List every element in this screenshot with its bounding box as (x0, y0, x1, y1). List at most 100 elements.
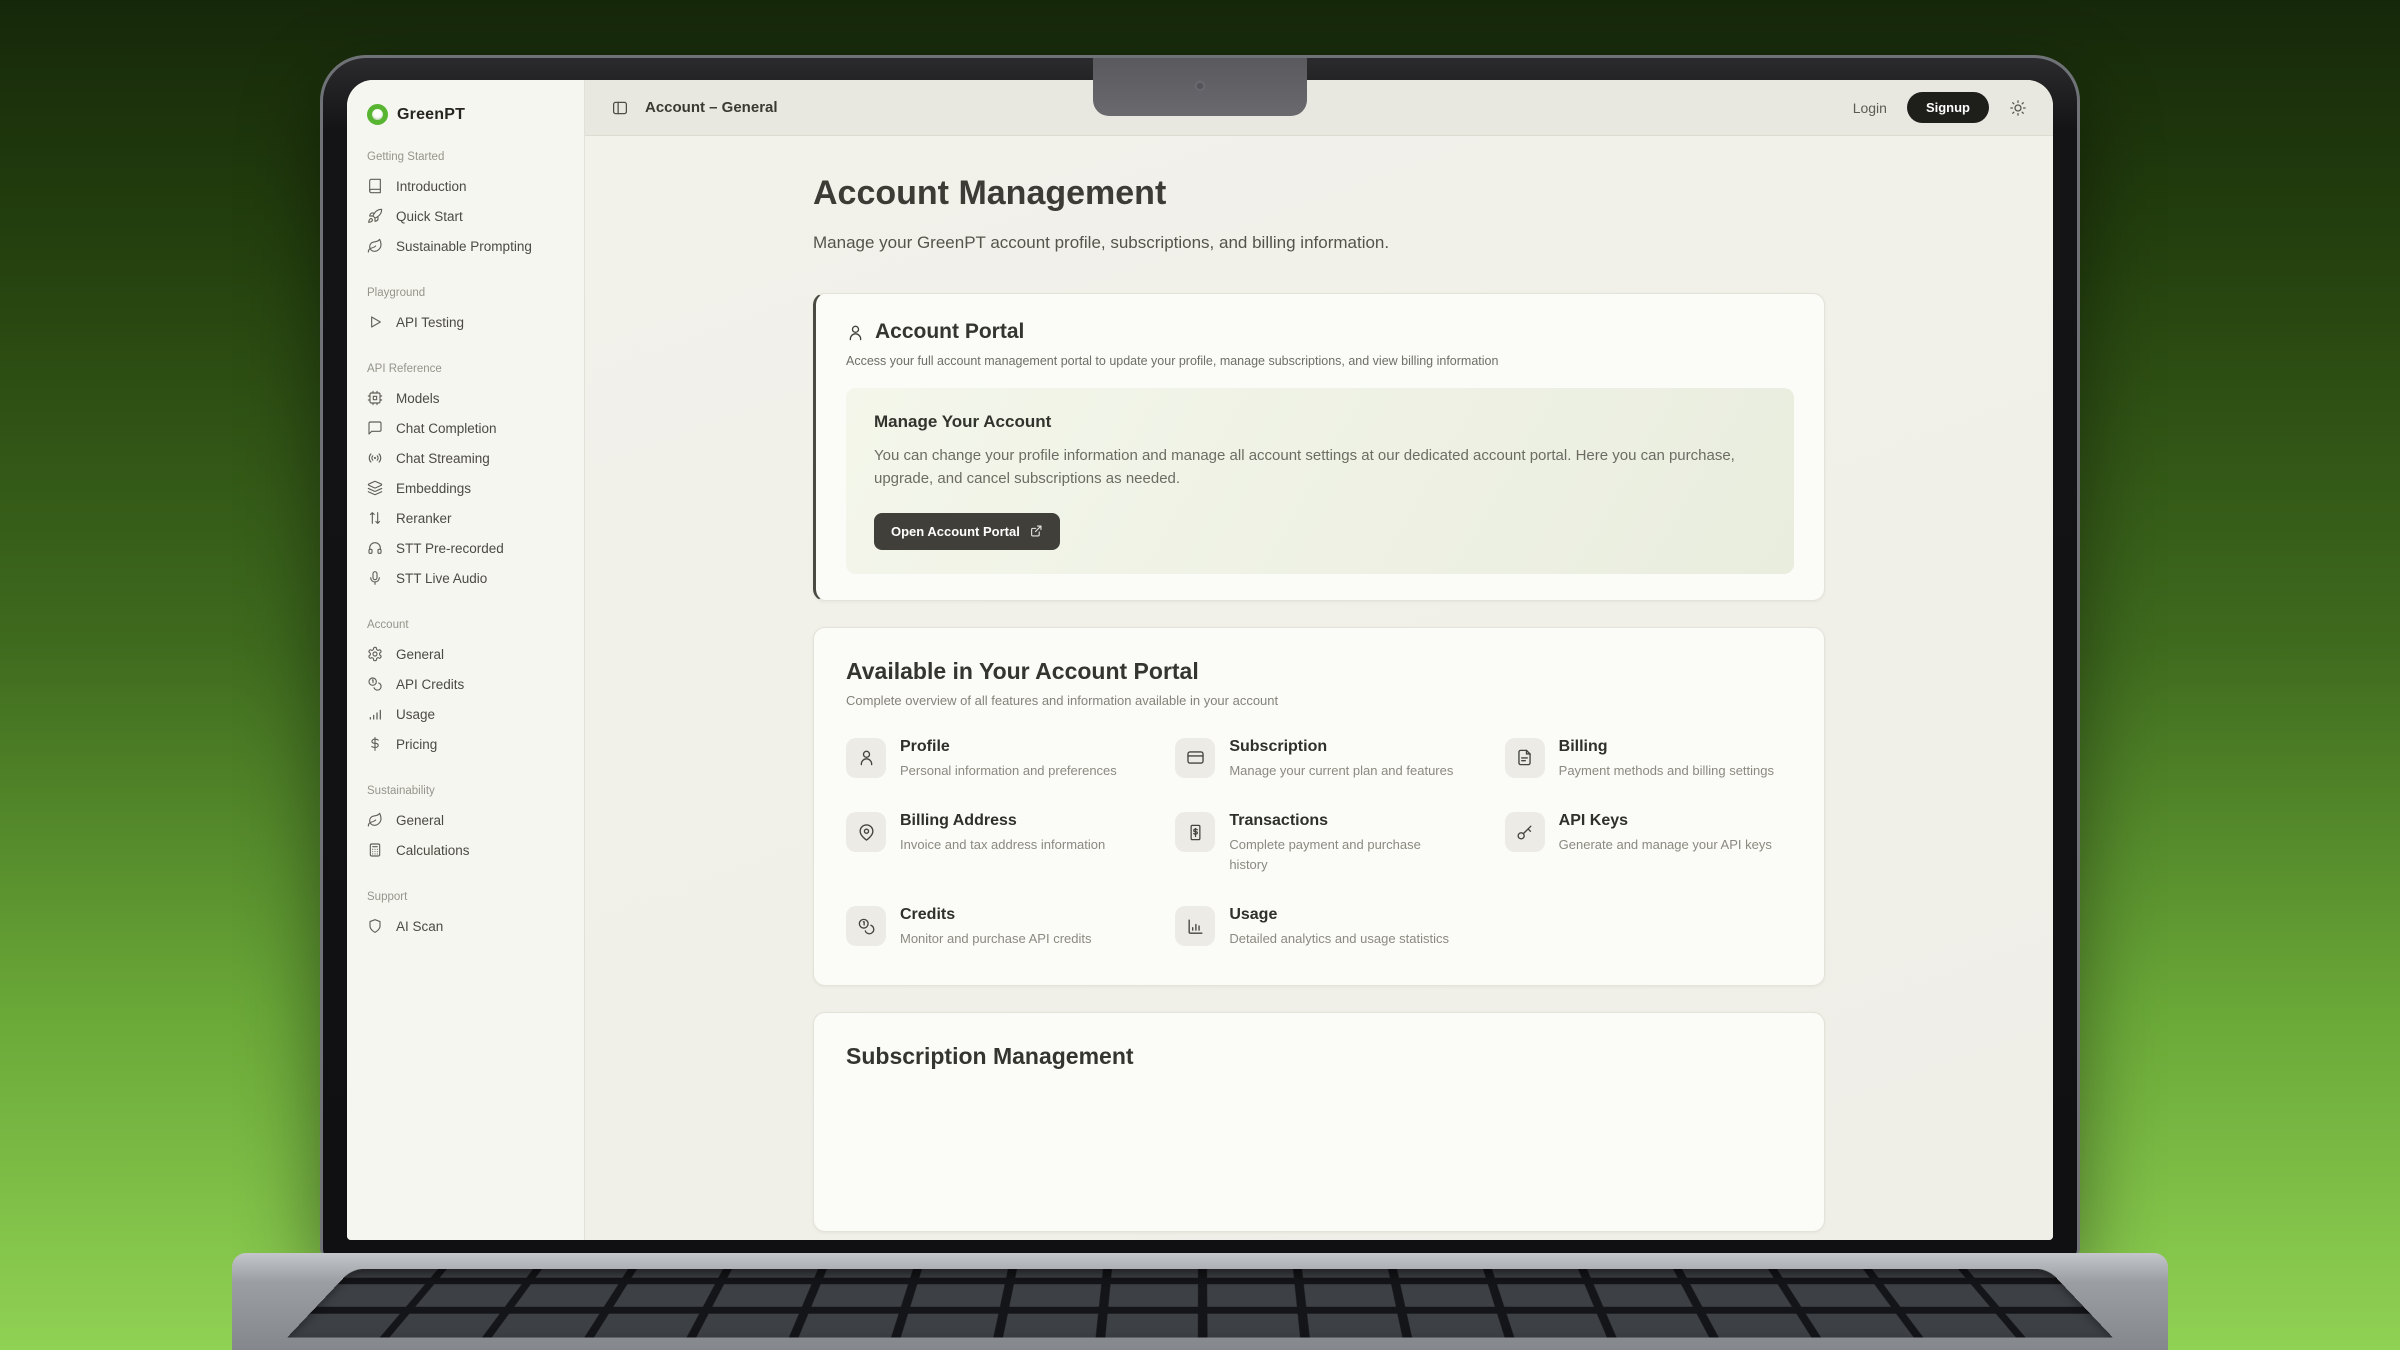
feature-title: Usage (1229, 906, 1449, 924)
feature-transactions: Transactions Complete payment and purcha… (1175, 812, 1462, 874)
map-pin-icon (857, 823, 876, 842)
sidebar-item-label: Models (396, 391, 440, 406)
sidebar-item-reranker[interactable]: Reranker (347, 503, 584, 533)
sidebar-item-stt-live-audio[interactable]: STT Live Audio (347, 563, 584, 593)
brand[interactable]: GreenPT (347, 104, 584, 125)
feature-api-keys: API Keys Generate and manage your API ke… (1505, 812, 1792, 874)
sidebar-item-label: API Testing (396, 315, 464, 330)
scene: { "app": { "brand": {"name": "GreenPT", … (0, 0, 2400, 1350)
sidebar-item-label: Chat Completion (396, 421, 497, 436)
sidebar-item-label: Introduction (396, 179, 467, 194)
sidebar-item-label: AI Scan (396, 919, 443, 934)
coins-icon (857, 917, 876, 936)
calculator-icon (367, 842, 383, 858)
sidebar-section-label: API Reference (347, 363, 584, 375)
features-card-title: Available in Your Account Portal (846, 658, 1792, 685)
bar-chart-frame-icon (1186, 917, 1205, 936)
sidebar-item-sustainability-general[interactable]: General (347, 805, 584, 835)
manage-account-panel: Manage Your Account You can change your … (846, 388, 1794, 574)
topbar: Account – General Login Signup (585, 80, 2053, 136)
page-breadcrumb-title: Account – General (645, 99, 778, 116)
play-icon (367, 314, 383, 330)
keyboard (287, 1269, 2113, 1338)
feature-title: Billing Address (900, 812, 1105, 830)
sidebar-item-api-credits[interactable]: API Credits (347, 669, 584, 699)
sidebar-item-label: Pricing (396, 737, 437, 752)
user-icon (857, 748, 876, 767)
feature-subscription: Subscription Manage your current plan an… (1175, 738, 1462, 781)
feature-description: Detailed analytics and usage statistics (1229, 929, 1449, 949)
signup-button[interactable]: Signup (1907, 92, 1989, 123)
feature-title: Subscription (1229, 738, 1453, 756)
sidebar-section-label: Support (347, 891, 584, 903)
sidebar-item-quick-start[interactable]: Quick Start (347, 201, 584, 231)
manage-account-body: You can change your profile information … (874, 444, 1766, 491)
features-card-subtitle: Complete overview of all features and in… (846, 693, 1792, 708)
sidebar-item-calculations[interactable]: Calculations (347, 835, 584, 865)
leaf-icon (367, 238, 383, 254)
feature-title: Credits (900, 906, 1092, 924)
account-portal-card: Account Portal Access your full account … (813, 293, 1825, 601)
sidebar-item-label: Usage (396, 707, 435, 722)
sidebar-section-label: Playground (347, 287, 584, 299)
sidebar-section-account: Account General API Credits Usage Pricin… (347, 619, 584, 759)
sidebar-section-getting-started: Getting Started Introduction Quick Start… (347, 151, 584, 261)
sidebar-item-label: Calculations (396, 843, 470, 858)
sidebar-item-label: General (396, 647, 444, 662)
cpu-icon (367, 390, 383, 406)
panel-left-icon[interactable] (611, 99, 629, 117)
feature-credits: Credits Monitor and purchase API credits (846, 906, 1133, 949)
sidebar-item-introduction[interactable]: Introduction (347, 171, 584, 201)
feature-description: Personal information and preferences (900, 761, 1117, 781)
sidebar-item-pricing[interactable]: Pricing (347, 729, 584, 759)
user-icon (846, 323, 865, 342)
feature-billing: Billing Payment methods and billing sett… (1505, 738, 1792, 781)
sidebar-item-sustainable-prompting[interactable]: Sustainable Prompting (347, 231, 584, 261)
portal-card-title: Account Portal (875, 320, 1024, 344)
sidebar-section-label: Getting Started (347, 151, 584, 163)
microphone-icon (367, 570, 383, 586)
sidebar-section-label: Sustainability (347, 785, 584, 797)
sidebar-item-chat-streaming[interactable]: Chat Streaming (347, 443, 584, 473)
sidebar-item-stt-pre-recorded[interactable]: STT Pre-recorded (347, 533, 584, 563)
sidebar-item-label: STT Live Audio (396, 571, 487, 586)
sidebar-item-api-testing[interactable]: API Testing (347, 307, 584, 337)
sidebar-item-chat-completion[interactable]: Chat Completion (347, 413, 584, 443)
sidebar-item-account-general[interactable]: General (347, 639, 584, 669)
portal-card-description: Access your full account management port… (846, 354, 1794, 368)
sidebar-item-usage[interactable]: Usage (347, 699, 584, 729)
open-account-portal-label: Open Account Portal (891, 524, 1020, 539)
credit-card-icon (1186, 748, 1205, 767)
book-icon (367, 178, 383, 194)
feature-description: Monitor and purchase API credits (900, 929, 1092, 949)
sidebar-item-label: STT Pre-recorded (396, 541, 504, 556)
feature-description: Invoice and tax address information (900, 835, 1105, 855)
sidebar-section-sustainability: Sustainability General Calculations (347, 785, 584, 865)
coins-icon (367, 676, 383, 692)
arrows-up-down-icon (367, 510, 383, 526)
feature-title: Profile (900, 738, 1117, 756)
sun-icon[interactable] (2009, 99, 2027, 117)
open-account-portal-button[interactable]: Open Account Portal (874, 513, 1060, 550)
sidebar-item-label: General (396, 813, 444, 828)
login-button[interactable]: Login (1853, 100, 1887, 116)
shield-icon (367, 918, 383, 934)
key-icon (1515, 823, 1534, 842)
main-content: Account Management Manage your GreenPT a… (585, 136, 2053, 1240)
sidebar-item-embeddings[interactable]: Embeddings (347, 473, 584, 503)
greenpt-logo-icon (367, 104, 388, 125)
sidebar-section-label: Account (347, 619, 584, 631)
bar-chart-icon (367, 706, 383, 722)
sidebar-item-ai-scan[interactable]: AI Scan (347, 911, 584, 941)
laptop-screen: GreenPT Getting Started Introduction Qui… (320, 55, 2080, 1255)
file-text-icon (1515, 748, 1534, 767)
stream-icon (367, 450, 383, 466)
sidebar-section-support: Support AI Scan (347, 891, 584, 941)
receipt-icon (1186, 823, 1205, 842)
chat-bubble-icon (367, 420, 383, 436)
rocket-icon (367, 208, 383, 224)
webcam-icon (1194, 80, 1206, 92)
feature-description: Payment methods and billing settings (1559, 761, 1774, 781)
page-subtitle: Manage your GreenPT account profile, sub… (813, 233, 1825, 253)
sidebar-item-models[interactable]: Models (347, 383, 584, 413)
